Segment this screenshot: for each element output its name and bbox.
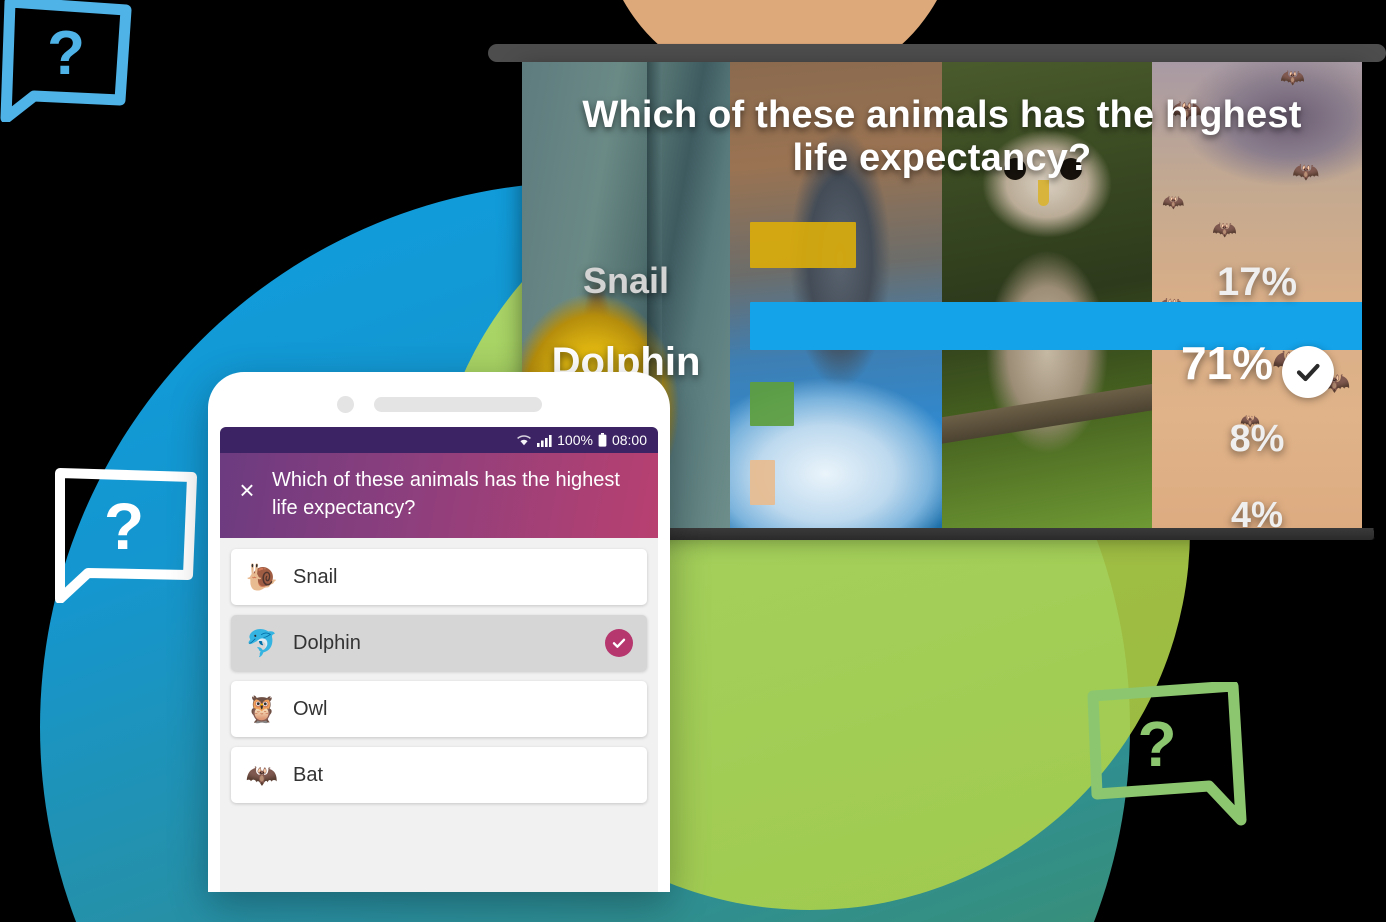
status-bar: 100% 08:00 (220, 427, 658, 453)
screen-answer-label-snail: Snail (582, 260, 670, 301)
result-bar-owl (750, 382, 794, 426)
phone-mockup: 100% 08:00 × Which of these animals has … (208, 372, 670, 892)
phone-screen: 100% 08:00 × Which of these animals has … (220, 427, 658, 892)
result-percent-snail: 17% (1216, 260, 1298, 304)
svg-text:?: ? (1137, 708, 1176, 780)
speech-bubble-question-bottom-right: ? (1085, 680, 1250, 830)
svg-text:?: ? (47, 19, 85, 88)
screen-question-title: Which of these animals has the highest l… (582, 94, 1302, 179)
front-camera-icon (336, 395, 354, 413)
owl-emoji: 🦉 (245, 694, 279, 725)
svg-text:?: ? (104, 489, 144, 563)
battery-icon (598, 433, 607, 447)
close-x-icon[interactable]: × (234, 467, 260, 503)
phone-notch (208, 394, 670, 414)
result-bar-snail (750, 222, 856, 268)
correct-answer-check-icon (1282, 346, 1334, 398)
result-percent-dolphin: 71% (1180, 337, 1274, 389)
clock-label: 08:00 (611, 432, 647, 448)
answer-option-label: Dolphin (293, 631, 361, 654)
screen-top-rail (488, 44, 1386, 62)
answer-option-label: Bat (293, 763, 324, 786)
bat-emoji: 🦇 (245, 760, 279, 791)
answer-option-label: Snail (293, 565, 338, 588)
wifi-icon (516, 434, 532, 447)
speech-bubble-question-top-left: ? (0, 0, 136, 124)
result-percent-owl: 8% (1229, 418, 1285, 460)
signal-bars-icon (537, 434, 552, 447)
answer-list: 🐌 Snail 🐬 Dolphin 🦉 Owl 🦇 Bat (220, 538, 658, 804)
battery-percent-label: 100% (557, 432, 593, 448)
check-circle-icon (605, 629, 633, 658)
speech-bubble-question-middle-left: ? (52, 463, 202, 604)
answer-option-owl[interactable]: 🦉 Owl (231, 681, 647, 738)
dolphin-emoji: 🐬 (245, 628, 279, 659)
answer-option-snail[interactable]: 🐌 Snail (231, 549, 647, 606)
answer-option-dolphin[interactable]: 🐬 Dolphin (231, 615, 647, 672)
answer-option-bat[interactable]: 🦇 Bat (231, 747, 647, 804)
answer-option-label: Owl (293, 697, 328, 720)
result-percent-bat: 4% (1230, 494, 1284, 530)
earpiece-speaker (373, 396, 542, 412)
snail-emoji: 🐌 (245, 562, 279, 593)
app-header: × Which of these animals has the highest… (220, 453, 658, 539)
result-bar-bat (750, 460, 775, 505)
app-question-text: Which of these animals has the highest l… (272, 469, 620, 519)
scene-root: ? ? ? Which of these animals has the hig… (0, 0, 1386, 922)
